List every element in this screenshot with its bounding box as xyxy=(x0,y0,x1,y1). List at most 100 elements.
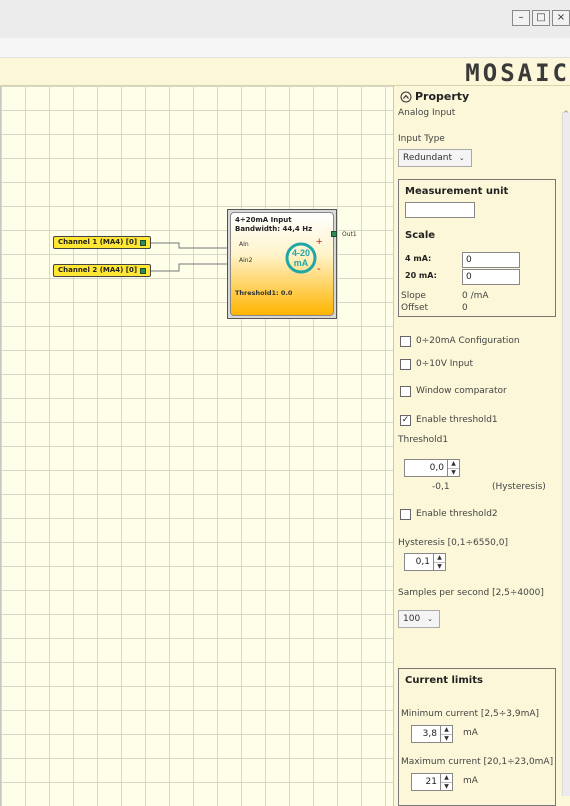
chevron-down-icon: ⌄ xyxy=(427,615,433,623)
stepper-down-icon[interactable]: ▼ xyxy=(434,563,445,571)
stepper-up-icon[interactable]: ▲ xyxy=(441,774,452,783)
block-title: 4÷20mA Input Bandwidth: 44,4 Hz xyxy=(235,216,312,234)
min-current-unit: mA xyxy=(463,728,478,738)
channel1-output-port[interactable] xyxy=(140,239,147,246)
port-ain: AIn xyxy=(239,241,249,248)
channel1-input[interactable]: Channel 1 (MA4) [0] xyxy=(53,236,152,249)
connection-wires xyxy=(151,242,234,272)
plus-sign-icon: + xyxy=(316,237,322,248)
measurement-title: Measurement unit xyxy=(405,186,509,197)
collapse-icon-chevron xyxy=(403,94,409,99)
hysteresis-value: -0,1 xyxy=(432,482,450,492)
hysteresis-range-value: 0,1 xyxy=(415,557,430,567)
scroll-up-icon[interactable]: ^ xyxy=(562,110,570,118)
offset-value: 0 xyxy=(462,303,468,313)
window-controls: – □ × xyxy=(510,10,570,26)
enable-threshold2-label: Enable threshold2 xyxy=(416,509,498,519)
block-bandwidth: Bandwidth: 44,4 Hz xyxy=(235,225,313,233)
app-logo: MOSAIC xyxy=(465,59,570,87)
slope-value: 0 /mA xyxy=(462,291,489,301)
current-limits-title: Current limits xyxy=(405,675,483,686)
block-threshold-text: Threshold1: 0.0 xyxy=(235,289,293,297)
hysteresis-stepper[interactable]: 0,1 ▲ ▼ xyxy=(404,553,446,571)
block-output-port[interactable] xyxy=(331,231,337,237)
analog-input-block-body: 4÷20mA Input Bandwidth: 44,4 Hz AIn Ain2… xyxy=(230,212,337,316)
current-limits-box: Current limits Minimum current [2,5÷3,9m… xyxy=(398,668,556,806)
cfg-0-10v-label: 0÷10V Input xyxy=(416,359,474,369)
chevron-down-icon: ⌄ xyxy=(458,154,465,162)
stepper-down-icon[interactable]: ▼ xyxy=(441,783,452,791)
toolbar: MOSAIC xyxy=(0,58,570,87)
cfg-0-10v-checkbox[interactable] xyxy=(400,359,411,370)
channel2-input[interactable]: Channel 2 (MA4) [0] xyxy=(53,264,152,277)
collapse-icon[interactable] xyxy=(400,91,412,103)
input-type-label: Input Type xyxy=(398,134,445,144)
hysteresis-stepper-arrows[interactable]: ▲ ▼ xyxy=(433,554,445,570)
block-title-line1: 4÷20mA Input xyxy=(235,216,292,224)
max-current-stepper-arrows[interactable]: ▲ ▼ xyxy=(440,774,452,790)
cfg-0-20-label: 0÷20mA Configuration xyxy=(416,336,520,346)
diagram-canvas[interactable]: Channel 1 (MA4) [0] Channel 2 (MA4) [0] … xyxy=(0,86,393,806)
threshold1-stepper[interactable]: 0,0 ▲ ▼ xyxy=(404,459,460,477)
property-panel: Property Analog Input Input Type Redunda… xyxy=(393,86,570,806)
enable-threshold1-checkbox[interactable]: ✓ xyxy=(400,415,411,426)
menu-bar xyxy=(0,38,570,58)
collapse-icon-circle xyxy=(400,91,412,103)
scale-4ma-label: 4 mA: xyxy=(405,254,432,263)
stepper-down-icon[interactable]: ▼ xyxy=(441,735,452,743)
measurement-box: Measurement unit Scale 4 mA: 0 20 mA: 0 … xyxy=(398,179,556,317)
stepper-up-icon[interactable]: ▲ xyxy=(441,726,452,735)
min-current-label: Minimum current [2,5÷3,9mA] xyxy=(401,709,540,719)
icon-text-ma: mA xyxy=(294,258,309,268)
property-subheader: Analog Input xyxy=(398,108,456,118)
samples-value: 100 xyxy=(403,614,421,624)
hysteresis-label: (Hysteresis) xyxy=(492,482,546,492)
input-type-value: Redundant xyxy=(403,153,452,163)
analog-input-block[interactable]: 4÷20mA Input Bandwidth: 44,4 Hz AIn Ain2… xyxy=(227,209,357,319)
port-out1: Out1 xyxy=(342,231,357,238)
minus-sign-icon: - xyxy=(317,263,321,275)
enable-threshold2-checkbox[interactable] xyxy=(400,509,411,520)
cfg-0-20-checkbox[interactable] xyxy=(400,336,411,347)
min-current-stepper[interactable]: 3,8 ▲ ▼ xyxy=(411,725,453,743)
scale-20ma-field[interactable]: 0 xyxy=(462,269,520,285)
property-scrollbar[interactable] xyxy=(562,112,570,796)
close-button[interactable]: × xyxy=(552,10,570,26)
min-current-value: 3,8 xyxy=(422,729,437,739)
scale-20ma-label: 20 mA: xyxy=(405,271,437,280)
threshold1-label: Threshold1 xyxy=(398,435,449,445)
scale-title: Scale xyxy=(405,230,436,241)
minimize-button[interactable]: – xyxy=(512,10,530,26)
max-current-unit: mA xyxy=(463,776,478,786)
stepper-up-icon[interactable]: ▲ xyxy=(434,554,445,563)
input-type-dropdown[interactable]: Redundant ⌄ xyxy=(398,149,472,167)
max-current-label: Maximum current [20,1÷23,0mA] xyxy=(401,757,554,767)
measurement-unit-field[interactable] xyxy=(405,202,475,218)
min-current-stepper-arrows[interactable]: ▲ ▼ xyxy=(440,726,452,742)
window-comparator-label: Window comparator xyxy=(416,386,507,396)
wire-channel2 xyxy=(151,263,233,272)
stepper-down-icon[interactable]: ▼ xyxy=(448,469,459,477)
max-current-stepper[interactable]: 21 ▲ ▼ xyxy=(411,773,453,791)
wire-channel1 xyxy=(151,242,233,249)
port-ain2: Ain2 xyxy=(239,257,253,264)
slope-label: Slope xyxy=(401,291,426,301)
property-header: Property xyxy=(415,90,470,103)
scale-4ma-field[interactable]: 0 xyxy=(462,252,520,268)
channel2-label: Channel 2 (MA4) [0] xyxy=(58,266,138,274)
channel1-label: Channel 1 (MA4) [0] xyxy=(58,238,138,246)
maximize-button[interactable]: □ xyxy=(532,10,550,26)
threshold1-stepper-arrows[interactable]: ▲ ▼ xyxy=(447,460,459,476)
stepper-up-icon[interactable]: ▲ xyxy=(448,460,459,469)
window-comparator-checkbox[interactable] xyxy=(400,386,411,397)
icon-text-4-20: 4-20 xyxy=(292,248,310,258)
threshold1-value: 0,0 xyxy=(429,463,444,473)
enable-threshold1-label: Enable threshold1 xyxy=(416,415,498,425)
title-bar: – □ × xyxy=(0,0,570,38)
samples-dropdown[interactable]: 100 ⌄ xyxy=(398,610,440,628)
channel2-output-port[interactable] xyxy=(140,267,147,274)
samples-label: Samples per second [2,5÷4000] xyxy=(398,588,544,598)
current-loop-icon: 4-20 mA + - xyxy=(285,237,322,275)
offset-label: Offset xyxy=(401,303,429,313)
max-current-value: 21 xyxy=(425,777,437,787)
